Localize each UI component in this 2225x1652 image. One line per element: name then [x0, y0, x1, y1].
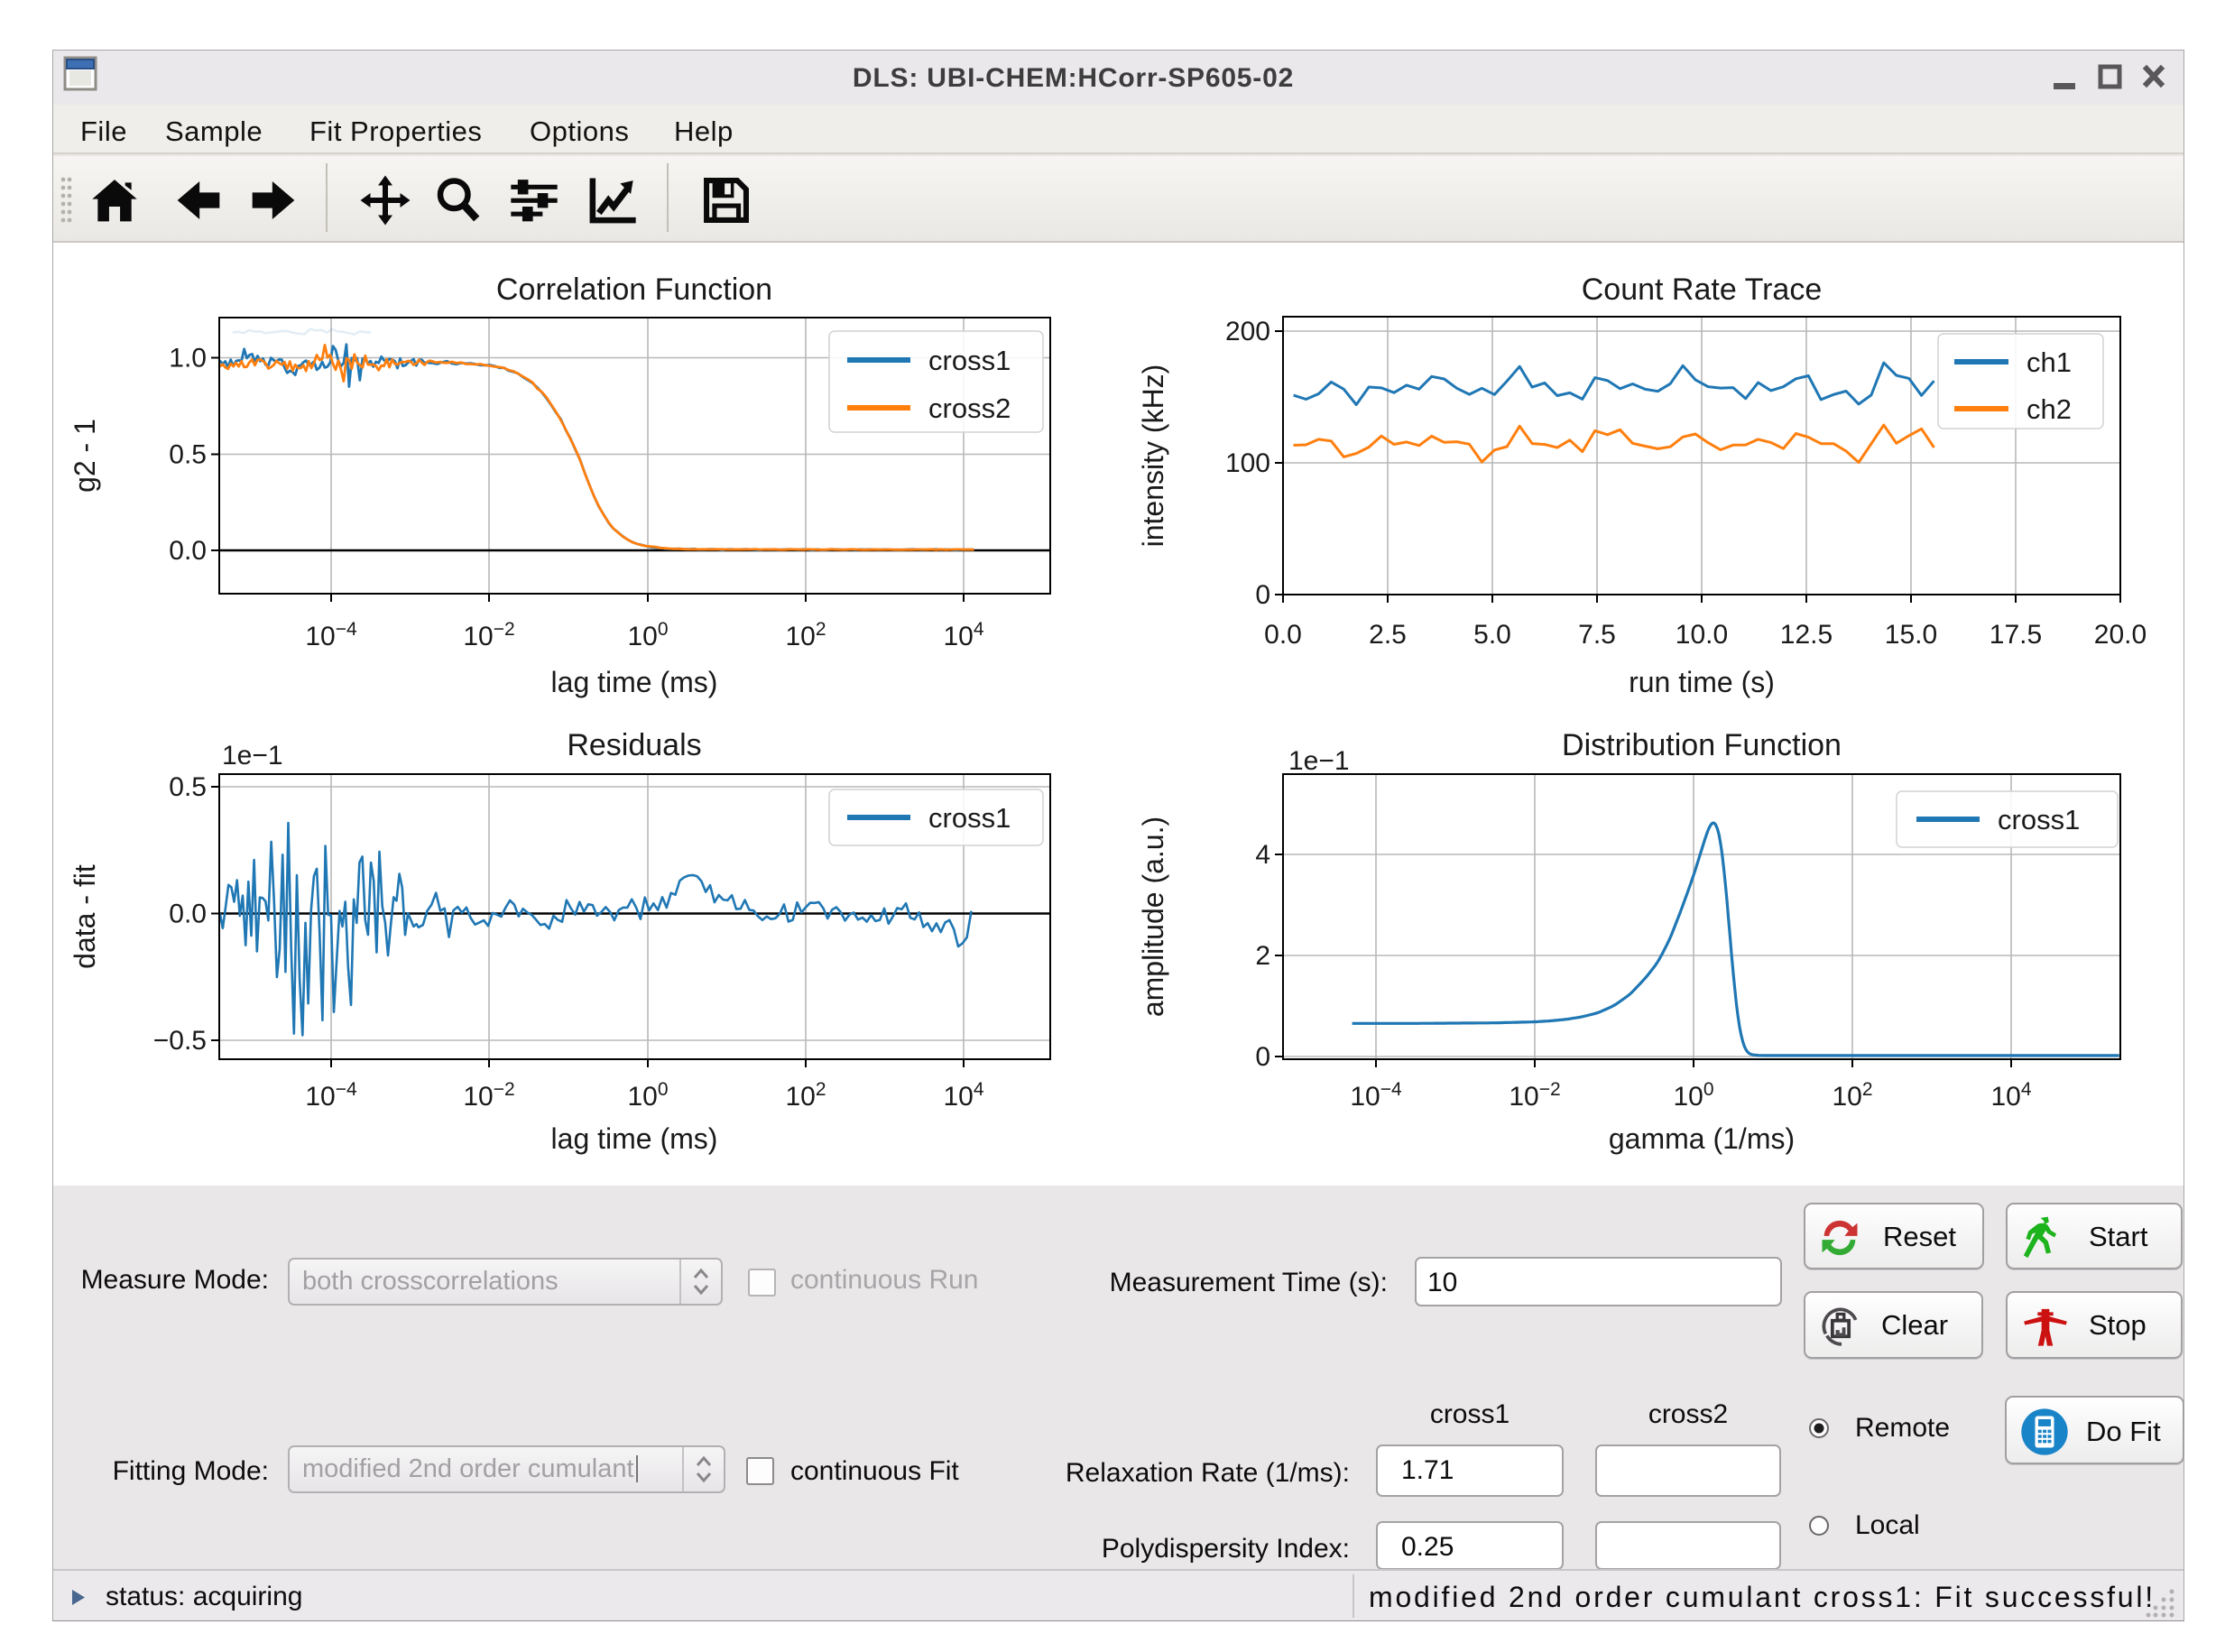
- svg-text:102: 102: [1832, 1079, 1872, 1112]
- svg-text:17.5: 17.5: [1990, 620, 2042, 650]
- svg-text:10−4: 10−4: [1350, 1079, 1402, 1112]
- svg-text:2.5: 2.5: [1369, 620, 1407, 650]
- svg-text:1e−1: 1e−1: [1288, 746, 1350, 776]
- svg-text:10.0: 10.0: [1676, 620, 1728, 650]
- svg-text:100: 100: [627, 619, 668, 651]
- svg-text:10−4: 10−4: [305, 619, 357, 651]
- svg-text:100: 100: [1225, 448, 1270, 478]
- svg-text:5.0: 5.0: [1473, 620, 1511, 650]
- svg-text:200: 200: [1225, 317, 1270, 346]
- svg-text:cross1: cross1: [928, 802, 1011, 834]
- svg-text:102: 102: [785, 619, 826, 651]
- svg-text:ch2: ch2: [2027, 393, 2072, 425]
- svg-text:cross2: cross2: [928, 392, 1011, 424]
- svg-text:100: 100: [627, 1079, 668, 1112]
- svg-text:10−4: 10−4: [305, 1079, 357, 1112]
- svg-text:intensity (kHz): intensity (kHz): [1137, 365, 1169, 548]
- svg-text:0: 0: [1255, 1042, 1270, 1072]
- svg-text:7.5: 7.5: [1578, 620, 1616, 650]
- svg-text:104: 104: [943, 1079, 983, 1112]
- svg-text:Count Rate Trace: Count Rate Trace: [1582, 272, 1822, 307]
- svg-text:2: 2: [1255, 941, 1270, 971]
- svg-text:amplitude (a.u.): amplitude (a.u.): [1137, 817, 1169, 1017]
- svg-text:10−2: 10−2: [1509, 1079, 1560, 1112]
- svg-text:4: 4: [1255, 840, 1270, 870]
- svg-text:Residuals: Residuals: [567, 728, 701, 762]
- svg-text:0.0: 0.0: [169, 536, 207, 566]
- svg-text:104: 104: [1990, 1079, 2031, 1112]
- svg-text:g2 - 1: g2 - 1: [69, 419, 101, 493]
- svg-text:0.5: 0.5: [169, 772, 207, 802]
- svg-text:gamma (1/ms): gamma (1/ms): [1609, 1122, 1795, 1155]
- svg-text:lag time (ms): lag time (ms): [551, 1122, 718, 1155]
- svg-text:102: 102: [785, 1079, 826, 1112]
- svg-text:1.0: 1.0: [169, 344, 207, 374]
- svg-text:10−2: 10−2: [463, 619, 514, 651]
- svg-text:−0.5: −0.5: [153, 1026, 207, 1056]
- svg-text:0.5: 0.5: [169, 440, 207, 470]
- svg-text:1e−1: 1e−1: [222, 741, 283, 771]
- svg-text:cross1: cross1: [1998, 804, 2080, 835]
- svg-text:0: 0: [1255, 580, 1270, 610]
- svg-text:0.0: 0.0: [169, 900, 207, 929]
- svg-text:Correlation Function: Correlation Function: [496, 272, 772, 307]
- svg-text:104: 104: [943, 619, 983, 651]
- svg-text:ch1: ch1: [2027, 346, 2072, 378]
- svg-text:cross1: cross1: [928, 345, 1011, 376]
- svg-text:100: 100: [1673, 1079, 1713, 1112]
- svg-text:10−2: 10−2: [463, 1079, 514, 1112]
- svg-text:data - fit: data - fit: [69, 864, 101, 969]
- svg-text:0.0: 0.0: [1264, 620, 1302, 650]
- svg-text:20.0: 20.0: [2094, 620, 2147, 650]
- svg-text:Distribution Function: Distribution Function: [1562, 728, 1842, 762]
- svg-text:15.0: 15.0: [1885, 620, 1937, 650]
- svg-text:run time (s): run time (s): [1629, 666, 1775, 698]
- svg-text:12.5: 12.5: [1780, 620, 1833, 650]
- svg-text:lag time (ms): lag time (ms): [551, 666, 718, 698]
